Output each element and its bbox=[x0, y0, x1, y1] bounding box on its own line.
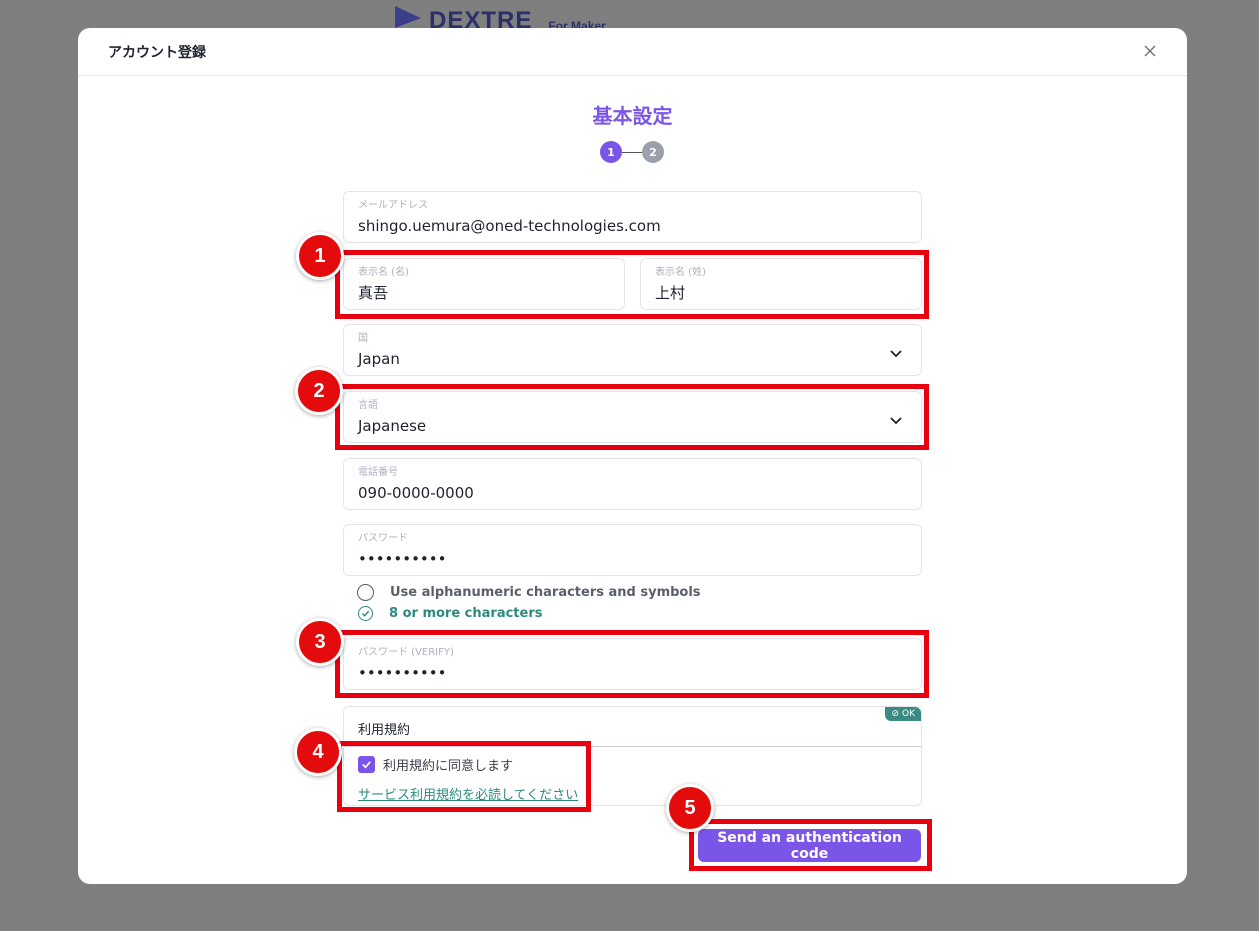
password-value: •••••••••• bbox=[358, 550, 447, 568]
country-select[interactable]: 国 Japan bbox=[343, 324, 922, 376]
modal-header: アカウント登録 bbox=[78, 28, 1187, 76]
modal-title: アカウント登録 bbox=[108, 44, 206, 61]
close-icon bbox=[1144, 45, 1156, 57]
password-label: パスワード bbox=[358, 533, 408, 544]
password-hint-text: 8 or more characters bbox=[389, 606, 543, 621]
logo-mark-icon bbox=[395, 6, 421, 28]
email-label: メールアドレス bbox=[358, 200, 428, 211]
annotation-box-4 bbox=[337, 741, 591, 812]
annotation-box-2 bbox=[335, 384, 929, 450]
country-label: 国 bbox=[358, 333, 368, 344]
password-hint-text: Use alphanumeric characters and symbols bbox=[390, 585, 701, 600]
phone-field[interactable]: 電話番号 090-0000-0000 bbox=[343, 458, 922, 510]
annotation-box-3 bbox=[335, 630, 929, 698]
ok-status-badge: ⊘ OK bbox=[885, 707, 921, 721]
ok-check-icon: ⊘ bbox=[891, 709, 899, 719]
annotation-badge-4: 4 bbox=[294, 728, 342, 776]
password-hint-alphanumeric: Use alphanumeric characters and symbols bbox=[357, 584, 701, 601]
unchecked-circle-icon bbox=[357, 584, 374, 601]
stepper-connector bbox=[622, 152, 642, 153]
annotation-badge-3: 3 bbox=[296, 618, 344, 666]
password-hint-length: 8 or more characters bbox=[357, 606, 542, 621]
email-value: shingo.uemura@oned-technologies.com bbox=[358, 217, 661, 235]
check-circle-icon bbox=[358, 606, 373, 621]
phone-value: 090-0000-0000 bbox=[358, 484, 474, 502]
account-registration-modal: アカウント登録 基本設定 1 2 メールアドレス shingo.uemura@o… bbox=[78, 28, 1187, 884]
annotation-box-1 bbox=[335, 250, 929, 319]
email-field[interactable]: メールアドレス shingo.uemura@oned-technologies.… bbox=[343, 191, 922, 243]
annotation-badge-5: 5 bbox=[666, 784, 714, 832]
chevron-down-icon bbox=[890, 350, 902, 358]
annotation-badge-1: 1 bbox=[296, 232, 344, 280]
password-field[interactable]: パスワード •••••••••• bbox=[343, 524, 922, 576]
annotation-box-5 bbox=[689, 819, 932, 871]
annotation-badge-2: 2 bbox=[295, 367, 343, 415]
stepper: 1 2 bbox=[600, 141, 666, 163]
country-value: Japan bbox=[358, 350, 400, 368]
close-button[interactable] bbox=[1141, 42, 1159, 60]
step-title: 基本設定 bbox=[592, 104, 673, 128]
phone-label: 電話番号 bbox=[358, 467, 398, 478]
ok-badge-label: OK bbox=[902, 709, 915, 719]
background-logo: DEXTRE For Maker bbox=[395, 6, 606, 34]
step-2-indicator: 2 bbox=[642, 141, 664, 163]
step-1-indicator: 1 bbox=[600, 141, 622, 163]
